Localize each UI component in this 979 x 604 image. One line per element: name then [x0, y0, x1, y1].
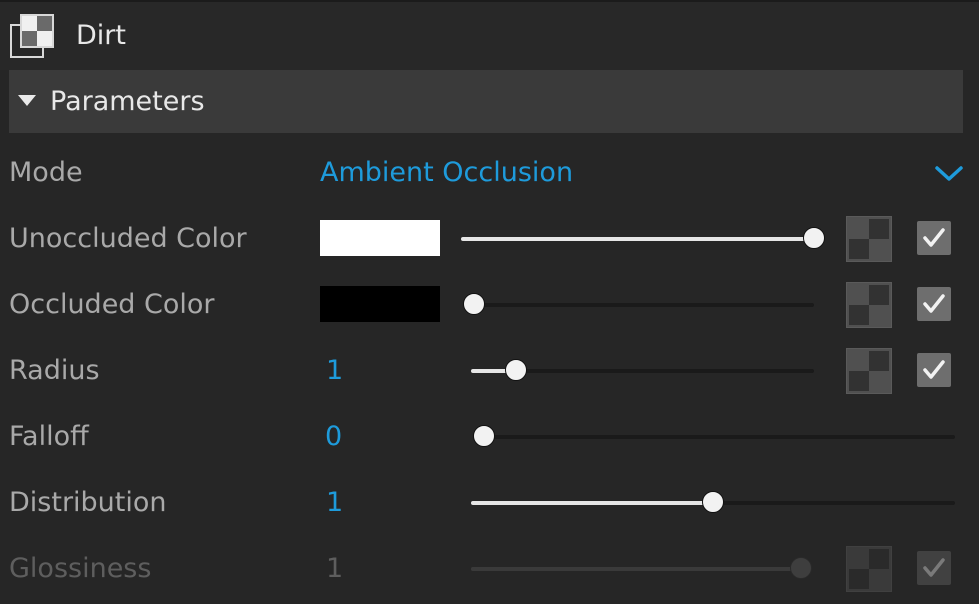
checker-icon-square	[869, 219, 889, 239]
radius-texture-button[interactable]	[846, 348, 892, 394]
mode-dropdown-value[interactable]: Ambient Occlusion	[320, 157, 573, 189]
radius-slider[interactable]	[471, 359, 814, 383]
checker-icon	[849, 305, 869, 325]
occluded-color-label: Occluded Color	[9, 289, 215, 320]
falloff-slider[interactable]	[473, 425, 955, 449]
falloff-value-field[interactable]: 0	[325, 421, 342, 453]
slider-track	[474, 303, 814, 307]
glossiness-texture-button	[846, 546, 892, 592]
checkmark-icon	[923, 558, 945, 577]
unoccluded-color-texture-button[interactable]	[846, 216, 892, 262]
slider-thumb[interactable]	[473, 425, 495, 447]
slider-thumb[interactable]	[504, 359, 527, 381]
slider-thumb[interactable]	[702, 491, 724, 513]
radius-value-field[interactable]: 1	[326, 355, 343, 387]
radius-label: Radius	[9, 355, 100, 386]
unoccluded-color-texture-checkbox[interactable]	[917, 221, 951, 255]
slider-fill	[471, 567, 801, 571]
slider-thumb[interactable]	[803, 227, 825, 249]
scrollbar[interactable]	[964, 70, 976, 604]
section-title: Parameters	[50, 86, 205, 117]
checker-icon-square	[869, 285, 889, 305]
unoccluded-color-swatch[interactable]	[320, 220, 440, 256]
title-bar: Dirt	[0, 2, 979, 70]
glossiness-value-field: 1	[326, 553, 344, 584]
checker-icon	[849, 239, 869, 259]
slider-fill	[471, 501, 713, 505]
slider-thumb[interactable]	[463, 293, 485, 315]
texture-layers-icon	[10, 14, 54, 58]
glossiness-texture-checkbox	[917, 551, 951, 585]
occluded-color-texture-checkbox[interactable]	[917, 287, 951, 321]
falloff-label: Falloff	[9, 421, 89, 452]
occluded-color-swatch[interactable]	[320, 286, 440, 322]
unoccluded-color-label: Unoccluded Color	[9, 223, 247, 254]
checkmark-icon	[923, 360, 945, 379]
panel-title: Dirt	[76, 20, 126, 51]
radius-texture-checkbox[interactable]	[917, 353, 951, 387]
occluded-color-texture-button[interactable]	[846, 282, 892, 328]
occluded-color-slider[interactable]	[463, 293, 814, 317]
distribution-value-field[interactable]: 1	[326, 487, 343, 519]
triangle-down-icon[interactable]	[18, 95, 36, 106]
mode-label: Mode	[9, 157, 83, 188]
slider-fill	[461, 237, 814, 241]
slider-track	[484, 435, 955, 439]
checker-icon	[849, 569, 869, 589]
checkmark-icon	[923, 228, 945, 247]
checker-icon	[849, 371, 869, 391]
glossiness-label: Glossiness	[9, 553, 152, 584]
glossiness-slider	[471, 557, 812, 581]
unoccluded-color-slider[interactable]	[461, 227, 825, 251]
checker-icon-square	[869, 549, 889, 569]
slider-thumb	[790, 557, 812, 579]
dirt-properties-panel: Dirt Parameters Mode Ambient Occlusion U…	[0, 0, 979, 604]
chevron-down-icon[interactable]	[934, 162, 964, 186]
distribution-label: Distribution	[9, 487, 167, 518]
checker-icon-square	[869, 351, 889, 371]
parameters-section-header[interactable]: Parameters	[9, 70, 963, 133]
distribution-slider[interactable]	[471, 491, 955, 515]
checkmark-icon	[923, 294, 945, 313]
